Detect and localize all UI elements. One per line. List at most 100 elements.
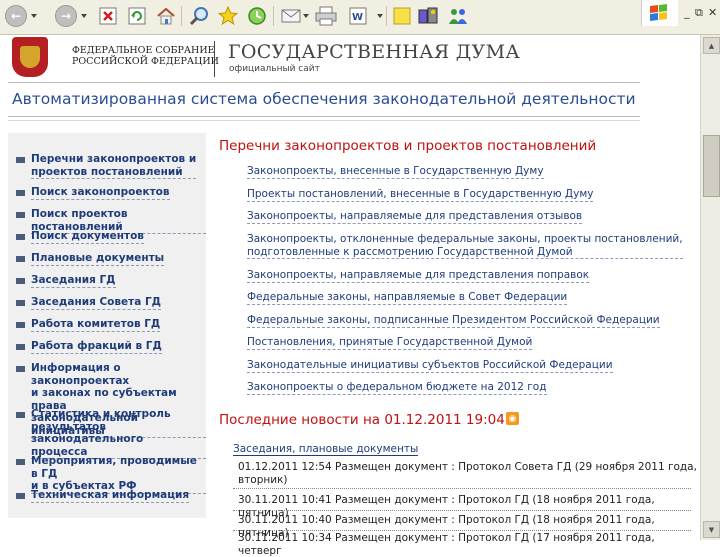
news-item[interactable]: 01.12.2011 12:54 Размещен документ : Про… xyxy=(238,461,697,486)
list-link[interactable]: Постановления, принятые Государственной … xyxy=(247,336,533,350)
title-rule xyxy=(8,116,640,117)
toolbar-separator xyxy=(273,6,274,26)
russian-emblem-icon xyxy=(12,37,48,77)
folder-icon xyxy=(16,212,25,218)
sidebar-item-label[interactable]: Работа фракций в ГД xyxy=(31,340,162,354)
toolbar-separator xyxy=(386,6,387,26)
mail-icon xyxy=(281,9,301,23)
folder-icon xyxy=(16,300,25,306)
history-icon xyxy=(248,7,266,25)
sidebar-item-technical-info[interactable]: Техническая информация xyxy=(16,489,190,503)
folder-icon xyxy=(16,190,25,196)
title-rule-secondary xyxy=(8,120,640,121)
sidebar-item-label[interactable]: Техническая информация xyxy=(31,489,190,503)
sidebar-item-label[interactable]: Работа комитетов ГД xyxy=(31,318,161,332)
folder-icon xyxy=(16,366,25,372)
list-link[interactable]: Федеральные законы, направляемые в Совет… xyxy=(247,291,568,305)
folder-icon xyxy=(16,459,25,465)
scroll-down-button[interactable]: ▼ xyxy=(703,521,720,538)
print-button[interactable] xyxy=(314,4,338,28)
sidebar-item-events[interactable]: Мероприятия, проводимые в ГД и в субъект… xyxy=(16,455,206,494)
header-divider xyxy=(214,41,215,77)
sidebar-item-lists[interactable]: Перечни законопроектов и проектов постан… xyxy=(16,153,197,179)
folder-icon xyxy=(16,493,25,499)
list-link[interactable]: Законопроекты, отклоненные федеральные з… xyxy=(247,233,683,259)
news-category-link[interactable]: Заседания, плановые документы xyxy=(233,443,419,456)
messenger-button[interactable] xyxy=(446,4,470,28)
search-button[interactable] xyxy=(187,4,211,28)
sidebar-item-label[interactable]: Заседания ГД xyxy=(31,274,116,288)
windows-logo-icon xyxy=(650,4,667,21)
duma-title[interactable]: ГОСУДАРСТВЕННАЯ ДУМА xyxy=(228,41,520,63)
sidebar-item-label[interactable]: Мероприятия, проводимые в ГД и в субъект… xyxy=(31,455,206,494)
sidebar-item-factions[interactable]: Работа фракций в ГД xyxy=(16,340,162,354)
word-icon: W xyxy=(349,7,367,25)
windows-logo xyxy=(641,0,678,26)
star-icon xyxy=(218,6,238,26)
sidebar-item-label[interactable]: Статистика и контроль результатов законо… xyxy=(31,408,206,459)
official-site-label: официальный сайт xyxy=(229,64,320,74)
news-separator xyxy=(233,488,691,489)
sidebar-item-bill-search[interactable]: Поиск законопроектов xyxy=(16,186,170,200)
page-title: Автоматизированная система обеспечения з… xyxy=(12,90,636,108)
list-link[interactable]: Проекты постановлений, внесенные в Госуд… xyxy=(247,188,594,202)
folder-icon xyxy=(16,412,25,418)
print-icon xyxy=(315,6,337,26)
forward-dropdown-icon[interactable] xyxy=(81,14,87,18)
scroll-thumb[interactable] xyxy=(703,135,720,197)
stop-icon xyxy=(99,7,117,25)
list-link[interactable]: Законопроекты о федеральном бюджете на 2… xyxy=(247,381,547,395)
folder-icon xyxy=(16,256,25,262)
stop-button[interactable] xyxy=(96,4,120,28)
home-icon xyxy=(157,7,175,25)
notes-button[interactable] xyxy=(390,4,414,28)
minimize-button[interactable]: _ xyxy=(684,6,690,19)
refresh-icon xyxy=(128,7,146,25)
restore-button[interactable]: ⧉ xyxy=(695,6,703,20)
messenger-icon xyxy=(449,9,467,24)
history-button[interactable] xyxy=(245,4,269,28)
back-dropdown-icon[interactable] xyxy=(31,14,37,18)
research-button[interactable] xyxy=(417,4,441,28)
favorites-button[interactable] xyxy=(216,4,240,28)
list-link[interactable]: Законопроекты, направляемые для представ… xyxy=(247,210,583,224)
sidebar-item-sessions[interactable]: Заседания ГД xyxy=(16,274,116,288)
news-separator xyxy=(233,510,691,511)
scroll-up-button[interactable]: ▲ xyxy=(703,37,720,54)
vertical-scrollbar[interactable]: ▲ ▼ xyxy=(700,35,720,540)
mail-button[interactable] xyxy=(280,4,304,28)
header-rule xyxy=(8,82,640,83)
folder-icon xyxy=(16,157,25,163)
list-link[interactable]: Федеральные законы, подписанные Президен… xyxy=(247,314,660,328)
sidebar-item-committees[interactable]: Работа комитетов ГД xyxy=(16,318,161,332)
mail-dropdown-icon[interactable] xyxy=(303,14,309,18)
search-icon xyxy=(189,7,208,26)
list-link[interactable]: Законодательные инициативы субъектов Рос… xyxy=(247,359,613,373)
list-link[interactable]: Законопроекты, направляемые для представ… xyxy=(247,269,590,283)
close-window-button[interactable]: ✕ xyxy=(708,6,717,19)
back-button[interactable]: ← xyxy=(4,4,28,28)
sidebar-item-label[interactable]: Перечни законопроектов и проектов постан… xyxy=(31,153,197,179)
sidebar-item-statistics[interactable]: Статистика и контроль результатов законо… xyxy=(16,408,206,459)
list-link[interactable]: Законопроекты, внесенные в Государственн… xyxy=(247,165,544,179)
forward-button[interactable]: → xyxy=(54,4,78,28)
edit-dropdown-icon[interactable] xyxy=(377,14,383,18)
sidebar-item-label[interactable]: Заседания Совета ГД xyxy=(31,296,162,310)
refresh-button[interactable] xyxy=(125,4,149,28)
sidebar-item-label[interactable]: Поиск документов xyxy=(31,230,144,244)
edit-button[interactable]: W xyxy=(346,4,370,28)
sidebar-item-planning-documents[interactable]: Плановые документы xyxy=(16,252,165,266)
news-item[interactable]: 30.11.2011 10:34 Размещен документ : Про… xyxy=(238,532,700,557)
news-separator xyxy=(233,530,691,531)
rss-icon[interactable]: ◉ xyxy=(506,412,519,425)
lists-section-title: Перечни законопроектов и проектов постан… xyxy=(219,138,597,154)
toolbar-separator xyxy=(181,6,182,26)
sidebar-item-label[interactable]: Плановые документы xyxy=(31,252,165,266)
sidebar-item-council-sessions[interactable]: Заседания Совета ГД xyxy=(16,296,162,310)
home-button[interactable] xyxy=(154,4,178,28)
folder-icon xyxy=(16,234,25,240)
sidebar-item-document-search[interactable]: Поиск документов xyxy=(16,230,144,244)
back-arrow-icon: ← xyxy=(5,5,27,27)
svg-text:W: W xyxy=(352,12,363,23)
sidebar-item-label[interactable]: Поиск законопроектов xyxy=(31,186,170,200)
